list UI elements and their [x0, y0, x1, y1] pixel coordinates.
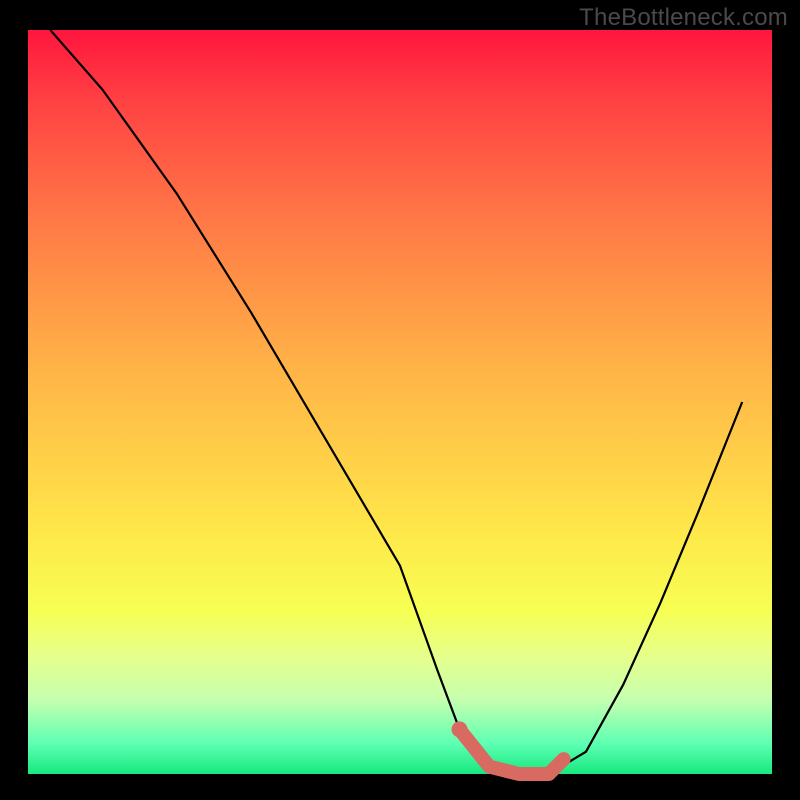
- optimal-zone-dot-left: [452, 721, 468, 737]
- bottleneck-curve-path: [50, 30, 742, 774]
- attribution-label: TheBottleneck.com: [579, 4, 788, 32]
- optimal-zone-highlight-path: [460, 729, 564, 774]
- curve-svg: [28, 30, 772, 774]
- chart-frame: TheBottleneck.com: [0, 0, 800, 800]
